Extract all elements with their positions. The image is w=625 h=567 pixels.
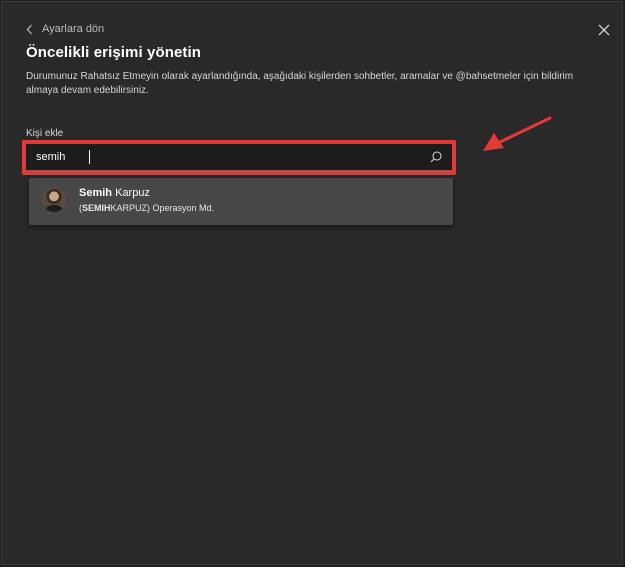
chevron-left-icon [26,24,33,35]
search-icon[interactable] [430,151,442,163]
add-person-search-box[interactable] [26,144,452,171]
close-button[interactable] [598,24,612,38]
search-results-dropdown: Semih Karpuz (SEMIHKARPUZ) Operasyon Md. [29,178,453,225]
page-title: Öncelikli erişimi yönetin [26,44,202,61]
result-person-name: Semih Karpuz [79,187,150,199]
add-person-label: Kişi ekle [26,128,64,139]
priority-access-panel: Ayarlara dön Öncelikli erişimi yönetin D… [1,1,623,565]
result-person-details: (SEMIHKARPUZ) Operasyon Md. [79,203,215,213]
back-to-settings-link[interactable]: Ayarlara dön [26,23,104,35]
avatar [42,188,66,212]
back-label: Ayarlara dön [42,23,105,35]
close-icon [598,24,612,36]
page-description: Durumunuz Rahatsız Etmeyin olarak ayarla… [26,71,574,96]
text-caret [89,150,90,164]
search-result-item[interactable]: Semih Karpuz (SEMIHKARPUZ) Operasyon Md. [29,178,453,225]
annotation-arrow [480,116,552,154]
